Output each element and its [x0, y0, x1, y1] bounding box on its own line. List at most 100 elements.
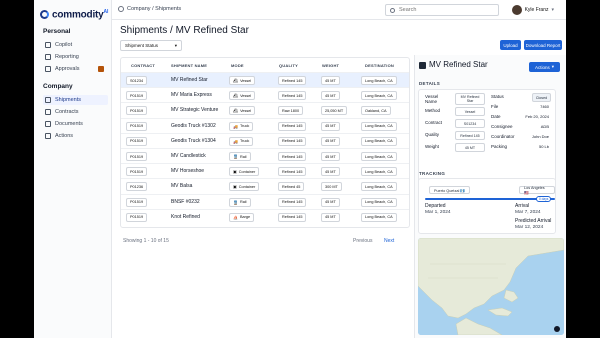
shipment-status-filter[interactable]: Shipment Status ▾	[120, 40, 182, 51]
contract-pill: P01519	[126, 91, 148, 101]
destination-pill: Long Beach, CA	[361, 167, 397, 177]
sidebar-item-label: Shipments	[55, 97, 81, 103]
vessel-icon: ⛴	[233, 78, 239, 83]
sidebar-item-label: Approvals	[55, 66, 80, 72]
search-box[interactable]	[385, 4, 499, 16]
table-row[interactable]: P01236 MV Balsa ▣ Container Refined 45 300 MT…	[121, 178, 409, 193]
table-row[interactable]: S01234 MV Refined Star ⛴ Vessel Refined 145 4…	[121, 72, 409, 87]
sidebar-item-shipments[interactable]: Shipments	[43, 95, 108, 105]
destination-port: Los Angeles 🇺🇸	[519, 186, 555, 195]
weight-pill: 45 MT	[321, 152, 340, 161]
detail-key: Consignee	[491, 124, 513, 129]
document-icon	[45, 121, 51, 127]
user-menu[interactable]: Kyle Franz ▾	[511, 5, 554, 15]
container-icon: ▣	[233, 184, 237, 190]
column-header-weight[interactable]: WEIGHT	[322, 63, 339, 68]
detail-value: 50 Lb	[538, 144, 549, 149]
detail-key: Weight	[425, 144, 439, 149]
chevron-down-icon: ▾	[551, 64, 555, 69]
sidebar-item-documents[interactable]: Documents	[43, 119, 108, 129]
mode-pill: ▣ Container	[229, 167, 260, 177]
quality-pill: Refined 145	[278, 136, 307, 146]
sidebar-item-contracts[interactable]: Contracts	[43, 107, 108, 117]
detail-key: Date	[491, 114, 501, 119]
map-svg	[418, 238, 564, 335]
detail-value: MV Refined Star	[455, 93, 485, 105]
detail-value: 7460	[540, 104, 549, 109]
sidebar-item-actions[interactable]: Actions	[43, 131, 108, 141]
sidebar-item-approvals[interactable]: Approvals	[43, 64, 108, 74]
mode-pill: ▣ Container	[229, 182, 260, 192]
quality-pill: Refined 145	[278, 152, 307, 161]
detail-value: Feb 20, 2024	[525, 114, 549, 119]
table-row[interactable]: P01519 Geodis Truck #1302 🚚 Truck Refined 14…	[121, 117, 409, 133]
sidebar-item-label: Contracts	[55, 109, 79, 115]
shipment-name: MV Strategic Venture	[171, 107, 219, 114]
column-header-contract[interactable]: CONTRACT	[131, 63, 155, 68]
table-row[interactable]: P01519 Knot Refined ⛵ Barge Refined 145 45 MT…	[121, 208, 409, 224]
mode-pill: 🚚 Truck	[229, 136, 254, 146]
pagination-info: Showing 1 - 10 of 15	[123, 238, 169, 244]
quality-pill: Refined 145	[278, 197, 307, 207]
mode-pill: 🚆 Rail	[229, 152, 251, 161]
app-window: commodityAI Personal Copilot Reporting A…	[34, 0, 566, 338]
search-input[interactable]	[399, 7, 489, 13]
quality-pill: Refined 45	[278, 182, 305, 192]
detail-value: Refined 145	[455, 131, 485, 140]
logo[interactable]: commodityAI	[40, 9, 108, 20]
detail-key: Vessel Name	[425, 94, 439, 104]
detail-key: File	[491, 104, 499, 109]
detail-value: ADB	[540, 124, 549, 129]
route-map[interactable]	[418, 238, 564, 335]
table-row[interactable]: P01519 MV Candlestick 🚆 Rail Refined 145 45 M…	[121, 148, 409, 163]
contract-pill: P01519	[126, 136, 148, 146]
quality-pill: Refined 145	[278, 121, 307, 131]
upload-button[interactable]: Upload	[500, 40, 521, 50]
table-row[interactable]: P01519 BNSF #0232 🚆 Rail Refined 145 45 MT Lon…	[121, 193, 409, 209]
quality-pill: Refined 145	[278, 91, 307, 101]
sidebar-item-reporting[interactable]: Reporting	[43, 52, 108, 62]
details-section-label: DETAILS	[419, 81, 441, 86]
detail-key: Status	[491, 94, 504, 99]
next-page-button[interactable]: Next	[384, 238, 394, 244]
contract-pill: P01519	[126, 212, 148, 222]
weight-pill: 45 MT	[321, 212, 340, 222]
sidebar-item-copilot[interactable]: Copilot	[43, 40, 108, 50]
mode-pill: ⛴ Vessel	[229, 76, 256, 85]
download-report-button[interactable]: Download Report	[524, 40, 562, 50]
shipment-name: MV Maria Express	[171, 92, 212, 99]
table-row[interactable]: P01519 MV Strategic Venture ⛴ Vessel Raw 180…	[121, 102, 409, 117]
table-row[interactable]: P01519 MV Horseshoe ▣ Container Refined 145 4…	[121, 163, 409, 178]
weight-pill: 45 MT	[321, 121, 340, 131]
detail-title: MV Refined Star	[429, 60, 488, 69]
column-header-mode[interactable]: MODE	[231, 63, 244, 68]
arrival-date: Mar 7, 2024	[515, 210, 541, 215]
rail-icon: 🚆	[233, 154, 238, 159]
breadcrumb[interactable]: Company / Shipments	[118, 6, 181, 12]
column-header-destination[interactable]: DESTINATION	[365, 63, 394, 68]
vessel-icon: ⛴	[233, 108, 239, 114]
chevron-down-icon: ▾	[551, 7, 554, 13]
departed-date: Mar 1, 2024	[425, 210, 451, 215]
mode-label: Container	[238, 184, 256, 189]
actions-button[interactable]: Actions ▾	[529, 62, 560, 72]
mode-label: Truck	[239, 139, 250, 144]
table-row[interactable]: P01519 MV Maria Express ⛴ Vessel Refined 145…	[121, 87, 409, 102]
destination-pill: Long Beach, CA	[361, 91, 397, 101]
detail-value: John Doe	[531, 134, 549, 139]
ship-icon	[419, 62, 426, 69]
rail-icon: 🚆	[233, 199, 238, 205]
column-header-quality[interactable]: QUALITY	[279, 63, 298, 68]
destination-pill: Long Beach, CA	[361, 76, 397, 85]
previous-page-button[interactable]: Previous	[353, 238, 372, 244]
mode-label: Vessel	[240, 108, 252, 113]
table-row[interactable]: P01519 Geodis Truck #1304 🚚 Truck Refined 14…	[121, 132, 409, 148]
origin-port: Puerto Quetzal 🇬🇹	[429, 186, 471, 194]
predicted-arrival-label: Predicted Arrival	[515, 218, 552, 224]
detail-value: 45 MT	[455, 143, 485, 152]
quality-pill: Raw 1800	[278, 106, 304, 116]
approvals-badge	[98, 66, 104, 72]
destination-pill: Long Beach, CA	[361, 182, 397, 192]
column-header-shipment-name[interactable]: SHIPMENT NAME	[171, 63, 207, 68]
destination-pill: Long Beach, CA	[361, 212, 397, 222]
